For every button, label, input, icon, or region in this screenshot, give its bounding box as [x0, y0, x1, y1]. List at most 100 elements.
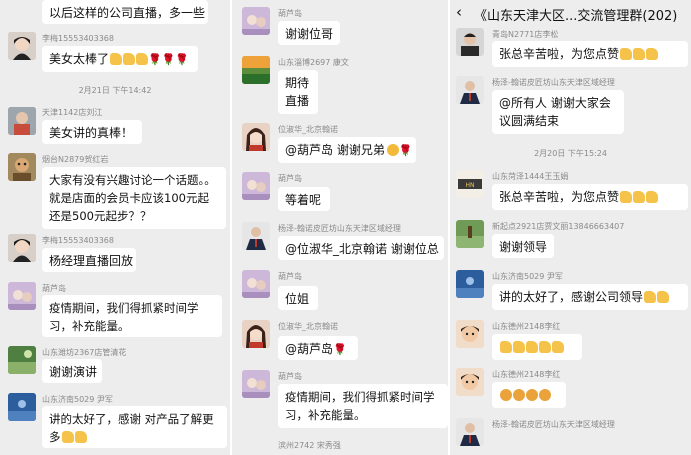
avatar[interactable] — [242, 56, 270, 84]
thumbs-up-icon — [552, 341, 564, 353]
avatar[interactable]: HN — [456, 170, 484, 198]
thumbs-up-icon — [513, 341, 525, 353]
avatar[interactable] — [8, 32, 36, 60]
sender-name: 山东德州2148李红 — [492, 322, 561, 331]
back-arrow-icon[interactable]: ‹ — [456, 3, 462, 21]
message-bubble[interactable]: 疫情期间，我们得抓紧时间学习，补充能量。 — [278, 384, 448, 428]
avatar[interactable] — [242, 7, 270, 35]
avatar[interactable] — [242, 172, 270, 200]
sender-name: 山东济南5029 尹军 — [492, 272, 563, 281]
message-text: 讲的太好了，感谢 对产品了解更多 — [49, 412, 214, 444]
message-bubble[interactable]: 张总辛苦啦，为您点赞 — [492, 184, 688, 210]
sender-name: 山东菏泽1444王玉娟 — [492, 172, 569, 181]
message-bubble[interactable]: 谢谢领导 — [492, 234, 554, 258]
avatar[interactable] — [456, 270, 484, 298]
message-text: 疫情期间，我们得抓紧时间学习，补充能量。 — [285, 390, 435, 422]
sender-name: 滨州2742 宋秀强 — [278, 441, 341, 450]
avatar[interactable] — [242, 123, 270, 151]
chat-column-2: 葫芦岛 谢谢位哥 山东淄博2697 康文 期待直播 位淑华_北京翰诺 @葫芦岛 … — [232, 0, 448, 455]
thumbs-up-icon — [74, 431, 87, 443]
sender-name: 山东淄博2697 康文 — [278, 58, 349, 67]
message-text: 等着呢 — [285, 193, 322, 207]
avatar[interactable] — [8, 153, 36, 181]
sender-name: 位淑华_北京翰诺 — [278, 125, 338, 134]
avatar[interactable] — [8, 107, 36, 135]
thumbs-up-icon — [657, 291, 670, 303]
avatar[interactable] — [242, 222, 270, 250]
message-text: @位淑华_北京翰诺 谢谢位总 — [285, 242, 439, 256]
thumbs-up-icon — [646, 191, 659, 203]
message-text: @葫芦岛 谢谢兄弟 — [285, 143, 385, 157]
sender-name: 烟台N2879贺红岩 — [42, 155, 109, 164]
avatar[interactable] — [242, 270, 270, 298]
sender-name: 李梅15553403368 — [42, 34, 114, 43]
avatar[interactable] — [8, 282, 36, 310]
thumbs-up-icon — [646, 48, 659, 60]
svg-text:HN: HN — [466, 182, 475, 189]
message-bubble[interactable]: 美女太棒了 🌹🌹🌹 — [42, 46, 198, 72]
avatar[interactable] — [456, 76, 484, 104]
sender-name: 杨泽-翰诺皮匠坊山东天津区域经理 — [492, 78, 615, 87]
message-bubble[interactable]: 谢谢演讲 — [42, 359, 102, 383]
rose-icon: 🌹 — [398, 144, 413, 157]
sender-name: 天津1142店刘江 — [42, 108, 103, 117]
message-bubble[interactable]: @葫芦岛 谢谢兄弟 🌹 — [278, 137, 416, 163]
clap-icon — [526, 389, 538, 401]
message-text: 美女太棒了 — [49, 52, 110, 66]
smile-icon — [386, 144, 399, 156]
thumbs-up-icon — [644, 291, 657, 303]
message-bubble[interactable]: 讲的太好了，感谢公司领导 — [492, 284, 688, 310]
sender-name: 葫芦岛 — [42, 284, 66, 293]
clap-icon — [513, 389, 525, 401]
avatar[interactable] — [456, 220, 484, 248]
message-text: 张总辛苦啦，为您点赞 — [499, 190, 620, 204]
message-text: 杨经理直播回放 — [49, 254, 134, 268]
message-text: 疫情期间，我们得抓紧时间学习，补充能量。 — [49, 301, 199, 333]
sender-name: 李梅15553403368 — [42, 236, 114, 245]
message-text: 谢谢位哥 — [285, 27, 334, 41]
group-title: 《山东天津大区...交流管理群(202) — [474, 9, 678, 24]
message-bubble[interactable]: @所有人 谢谢大家会议圆满结束 — [492, 90, 624, 134]
sender-name: 杨泽-翰诺皮匠坊山东天津区域经理 — [278, 224, 401, 233]
message-bubble[interactable]: @葫芦岛🌹 — [278, 336, 358, 360]
thumbs-up-icon — [620, 48, 633, 60]
message-bubble[interactable] — [492, 334, 582, 360]
sender-name: 青岛N2771店李松 — [492, 30, 559, 39]
avatar[interactable] — [8, 346, 36, 374]
avatar[interactable] — [8, 393, 36, 421]
thumbs-up-icon — [620, 191, 633, 203]
thumbs-up-icon — [539, 341, 551, 353]
message-bubble[interactable]: 张总辛苦啦，为您点赞 — [492, 41, 688, 67]
message-bubble[interactable]: 疫情期间，我们得抓紧时间学习，补充能量。 — [42, 295, 222, 337]
message-text: 大家有没有兴趣讨论一个话题。。就是店面的会员卡应该100元起还是500元起步？？ — [49, 173, 216, 223]
clap-icon — [500, 389, 512, 401]
avatar[interactable] — [456, 368, 484, 396]
message-bubble[interactable]: 杨经理直播回放 — [42, 248, 136, 272]
avatar[interactable] — [242, 370, 270, 398]
message-bubble[interactable] — [492, 382, 566, 408]
avatar[interactable] — [8, 234, 36, 262]
chat-column-1: 以后这样的公司直播，多一些 李梅15553403368 美女太棒了 🌹🌹🌹 2月2… — [0, 0, 230, 455]
message-bubble[interactable]: 期待直播 — [278, 70, 318, 114]
message-bubble[interactable]: @位淑华_北京翰诺 谢谢位总 — [278, 236, 444, 260]
message-text: 张总辛苦啦，为您点赞 — [499, 47, 620, 61]
message-text: 以后这样的公司直播，多一些 — [49, 6, 206, 20]
avatar[interactable] — [456, 320, 484, 348]
message-bubble[interactable]: 大家有没有兴趣讨论一个话题。。就是店面的会员卡应该100元起还是500元起步？？ — [42, 167, 226, 229]
thumbs-up-icon — [136, 53, 149, 65]
avatar[interactable] — [456, 418, 484, 446]
avatar[interactable] — [456, 28, 484, 56]
message-text: 谢谢领导 — [499, 240, 548, 254]
rose-icon: 🌹 — [175, 53, 190, 66]
message-bubble[interactable]: 位姐 — [278, 286, 318, 310]
rose-icon: 🌹 — [333, 343, 347, 356]
sender-name: 杨泽-翰诺皮匠坊山东天津区域经理 — [492, 420, 615, 429]
message-bubble[interactable]: 讲的太好了，感谢 对产品了解更多 — [42, 406, 227, 448]
message-bubble[interactable]: 等着呢 — [278, 187, 330, 211]
avatar[interactable] — [242, 320, 270, 348]
message-bubble[interactable]: 以后这样的公司直播，多一些 — [42, 0, 208, 24]
message-bubble[interactable]: 谢谢位哥 — [278, 21, 340, 45]
thumbs-up-icon — [61, 431, 74, 443]
sender-name: 葫芦岛 — [278, 174, 302, 183]
message-bubble[interactable]: 美女讲的真棒！ — [42, 120, 142, 144]
